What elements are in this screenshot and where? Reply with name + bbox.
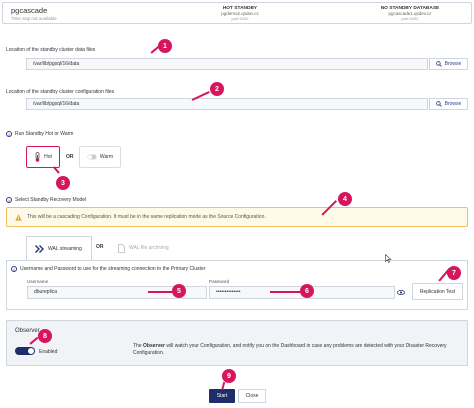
annotation-badge-8: 8 [38,329,52,343]
browse-label: Browse [444,61,462,67]
tab-wal-file-archiving[interactable]: WAL file archiving [110,236,190,260]
annotation-badge-1: 1 [158,39,172,53]
search-icon [435,101,442,107]
annotation-badge-4: 4 [338,192,352,206]
app-subtitle: Time Sap not available [11,16,57,21]
warm-label: Warm [99,154,114,160]
cascading-warning: This will be a cascading Configuration. … [6,207,468,227]
config-files-browse-button[interactable]: Browse [429,98,468,110]
annotation-badge-6: 6 [300,284,314,298]
streaming-label: Username and Password to use for the str… [20,266,206,272]
annotation-pointer [270,291,302,293]
observer-toggle[interactable] [15,347,35,355]
search-icon [435,61,442,67]
annotation-badge-2: 2 [210,82,224,96]
no-standby-port: port 5432 [401,16,419,21]
password-label: Password [209,279,230,284]
data-files-input[interactable]: /var/lib/pgsql/16/data [26,58,428,70]
mouse-cursor-icon [385,254,392,263]
annotation-badge-3: 3 [56,176,70,190]
hot-label: Hot [44,154,52,160]
replication-test-button[interactable]: Replication Test [412,283,463,300]
annotation-badge-9: 9 [222,369,236,383]
data-files-label: Location of the standby cluster data fil… [6,47,96,53]
annotation-badge-5: 5 [172,284,186,298]
start-button[interactable]: Start [209,389,235,403]
streaming-heading: i Username and Password to use for the s… [11,266,205,272]
file-icon [118,243,125,253]
annotation-pointer [148,291,174,293]
username-label: Username [27,279,49,284]
eye-icon [397,290,405,295]
or-separator: OR [66,154,74,160]
double-chevron-right-icon [35,244,44,253]
run-mode-heading: i Run Standby Hot or Warm [6,131,73,137]
or-separator: OR [96,244,104,250]
hot-option[interactable]: Hot [26,146,60,168]
toggle-switch-icon [87,154,97,160]
warning-triangle-icon [15,214,22,221]
data-files-browse-button[interactable]: Browse [429,58,468,70]
tab-wal-streaming-label: WAL streaming [48,245,82,252]
observer-description: The Observer will watch your Configurati… [133,343,447,356]
info-circle-icon: i [6,197,12,203]
observer-panel: Observer Enabled The Observer will watch… [6,320,468,366]
info-circle-icon: i [11,266,17,272]
warm-option[interactable]: Warm [79,146,121,168]
config-files-input[interactable]: /var/lib/pgsql/16/data [26,98,428,110]
standby-header: pgcascade Time Sap not available HOT STA… [2,2,472,24]
warning-text: This will be a cascading Configuration. … [27,214,266,220]
observer-toggle-label: Enabled [39,349,58,355]
config-files-label: Location of the standby cluster configur… [6,89,115,95]
app-name: pgcascade [11,6,48,15]
tab-wal-streaming[interactable]: WAL streaming [26,236,92,260]
close-button[interactable]: Close [238,389,266,403]
run-mode-label: Run Standby Hot or Warm [15,131,74,137]
recovery-label: Select Standby Recovery Model [15,197,87,203]
no-standby-column: NO STANDBY DATABASE pgcascade1.qsdev.cz … [355,6,465,21]
streaming-credentials-panel: i Username and Password to use for the s… [6,260,468,310]
info-circle-icon: i [6,131,12,137]
observer-title: Observer [15,328,40,334]
hot-standby-column: HOT STANDBY pgdemo2.qsdev.cz port 5432 [185,6,295,21]
tab-wal-archiving-label: WAL file archiving [129,245,169,251]
thermometer-icon [35,152,40,162]
show-password-button[interactable] [395,286,407,299]
annotation-badge-7: 7 [447,266,461,280]
hot-standby-port: port 5432 [231,16,249,21]
browse-label: Browse [444,101,462,107]
recovery-heading: i Select Standby Recovery Model [6,197,86,203]
toggle-knob [28,348,34,354]
